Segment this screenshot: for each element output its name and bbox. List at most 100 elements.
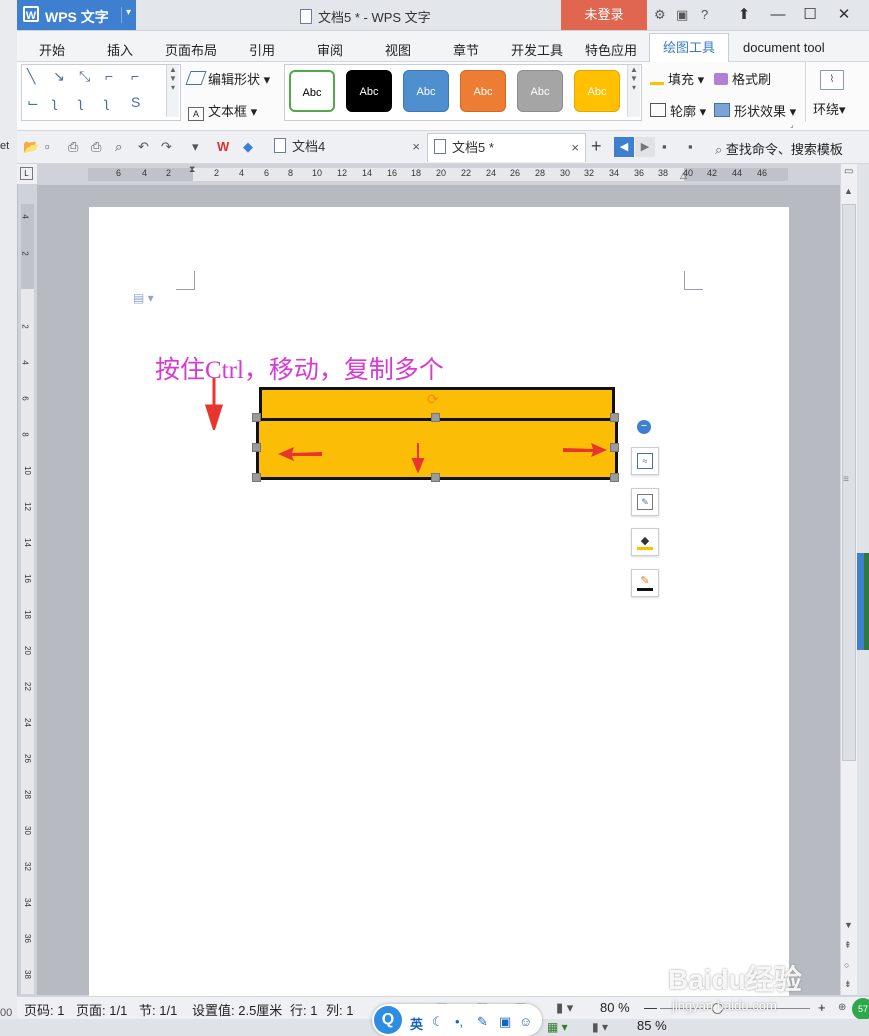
command-search[interactable]: ⌕ 查找命令、搜索模板 [715,139,843,158]
elbow-double-connector-icon[interactable]: ⌙ [27,94,39,111]
emoji-icon[interactable]: ☺ [519,1014,532,1029]
new-tab-icon[interactable]: + [591,136,602,157]
indent-marker-icon[interactable]: ⧗ [189,164,195,175]
right-indent-marker-icon[interactable]: △ [680,170,687,181]
login-button[interactable]: 未登录 [561,0,647,30]
tab-references[interactable]: 引用 [249,40,275,59]
arrow-shape-icon[interactable]: ↘ [53,68,65,85]
zoom-out-icon[interactable]: — [644,1000,657,1015]
previous-page-icon[interactable]: ⇞ [844,940,852,951]
style-swatch-gray[interactable]: Abc [517,70,563,112]
minimize-button[interactable]: — [762,4,794,26]
elbow-connector-icon[interactable]: ⌐ [105,68,113,84]
tab-section[interactable]: 章节 [453,40,479,59]
close-tab-icon[interactable]: × [571,134,579,162]
wrap-button[interactable]: 环绕▾ [813,99,846,118]
close-tab-icon[interactable]: × [412,133,420,161]
style-gallery-scroll[interactable]: ▲ ▼ ▾ [627,65,640,117]
status-page[interactable]: 页面: 1/1 [76,1000,127,1019]
tab-view[interactable]: 视图 [385,40,411,59]
tab-developer[interactable]: 开发工具 [511,40,563,59]
browse-object-icon[interactable]: ○ [844,960,849,970]
resize-handle-n[interactable] [431,413,440,422]
tab-document-tool[interactable]: document tool [743,40,825,55]
resize-handle-ne[interactable] [610,413,619,422]
double-arrow-shape-icon[interactable]: ⤡ [79,68,90,85]
resize-handle-w[interactable] [252,443,261,452]
shape-effect-button[interactable]: 形状效果 ▾ [714,101,796,120]
restore-ribbon-button[interactable]: ⬆ [728,4,760,26]
wps-home-icon[interactable]: W [217,139,229,154]
ime-language[interactable]: 英 [410,1014,423,1033]
ime-logo-icon[interactable]: Q [374,1006,402,1034]
line-shape-icon[interactable]: ╲ [27,68,35,85]
elbow-arrow-connector-icon[interactable]: ⌐ [131,68,139,84]
style-swatch-orange[interactable]: Abc [460,70,506,112]
status-settings-icon[interactable]: ⊕ [838,1002,846,1013]
share-icon[interactable]: ▣ [676,7,688,23]
chevron-down-icon[interactable]: ▾ [121,7,131,23]
style-swatch-blue[interactable]: Abc [403,70,449,112]
doc-tab-5[interactable]: 文档5 * × [427,133,586,162]
paragraph-mark-icon[interactable]: ▤ ▾ [133,291,154,305]
tools-icon[interactable]: ✎ [477,1014,488,1030]
tab-insert[interactable]: 插入 [107,40,133,59]
customize-dropdown-icon[interactable]: ▾ [192,139,199,155]
curve-double-connector-icon[interactable]: ʅ [105,94,108,110]
split-view-icon[interactable]: ▭ [844,166,853,177]
style-swatch-white[interactable]: Abc [289,70,335,112]
curve-connector-icon[interactable]: ʅ [53,94,56,110]
tab-page-layout[interactable]: 页面布局 [165,40,217,59]
maximize-button[interactable]: ☐ [794,4,826,26]
fill-button[interactable]: 填充 ▾ [650,69,704,88]
app-menu-button[interactable]: W WPS 文字 ▾ [17,0,136,30]
tab-special[interactable]: 特色应用 [585,40,637,59]
redo-icon[interactable]: ↷ [161,139,172,155]
shape-fill-button[interactable]: ◆ [631,528,659,556]
edit-shape-button[interactable]: 编辑形状 ▾ [185,69,270,88]
doc-tab-4[interactable]: 文档4 × [268,133,426,161]
rotate-handle-icon[interactable]: ⟳ [427,391,439,408]
undo-icon[interactable]: ↶ [138,139,149,155]
zoom-level[interactable]: 80 % [600,1000,630,1015]
open-file-icon[interactable]: 📂 [23,139,39,155]
scroll-down-icon[interactable]: ▼ [844,920,853,930]
export-pdf-icon[interactable]: ⎙ [68,139,78,155]
layout-options-button[interactable]: ≈ [631,447,659,475]
text-box-button[interactable]: A 文本框 ▾ [188,101,257,121]
app-badge-icon[interactable]: 57 [852,998,869,1020]
shape-outline-button[interactable]: ✎ [631,569,659,597]
cloud-doc-icon[interactable]: ◆ [243,139,253,155]
scroll-up-icon[interactable]: ▲ [844,186,853,196]
tab-list-icon[interactable]: ▪ [662,139,667,154]
save-icon[interactable]: ▫ [45,139,50,154]
resize-handle-se[interactable] [610,473,619,482]
dialog-launcher-icon[interactable]: ⌟ [790,120,794,129]
shape-gallery[interactable] [21,64,181,121]
shape-style-button[interactable]: ✎ [631,488,659,516]
help-icon[interactable]: ? [701,7,708,22]
style-swatch-gold[interactable]: Abc [574,70,620,112]
punctuation-icon[interactable]: •, [455,1014,463,1029]
scroll-tabs-right-button[interactable]: ▶ [635,137,655,157]
skin-icon[interactable]: ⚙ [654,7,666,23]
vertical-ruler[interactable] [21,204,34,994]
scroll-tabs-left-button[interactable]: ◀ [614,137,634,157]
curve-arrow-connector-icon[interactable]: ʅ [79,94,82,110]
document-page[interactable] [89,207,789,997]
collapse-toolbar-icon[interactable]: − [637,420,651,434]
close-button[interactable]: ✕ [828,4,860,26]
reading-mode-icon[interactable]: ▮ ▾ [556,1000,573,1016]
tab-drawing-tools[interactable]: 绘图工具 [649,33,729,63]
style-swatch-black[interactable]: Abc [346,70,392,112]
freeform-curve-icon[interactable]: S [131,94,140,110]
resize-handle-e[interactable] [610,443,619,452]
tab-review[interactable]: 审阅 [317,40,343,59]
print-icon[interactable]: ⎙ [91,139,101,155]
wrap-text-icon[interactable]: ⌇ [820,70,844,90]
tab-home[interactable]: 开始 [39,40,65,59]
ruler-tab-selector[interactable]: L [17,164,37,184]
resize-handle-sw[interactable] [252,473,261,482]
clipboard-icon[interactable]: ▣ [499,1014,511,1030]
zoom-in-icon[interactable]: + [818,1000,826,1015]
